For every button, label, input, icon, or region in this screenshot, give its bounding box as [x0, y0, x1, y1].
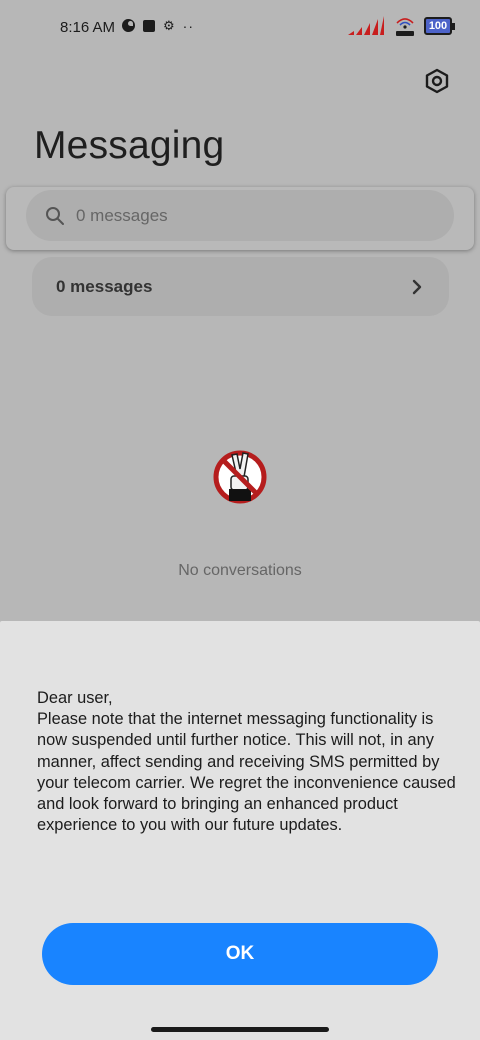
empty-state-text: No conversations [178, 562, 302, 579]
settings-hexagon-icon [425, 68, 449, 94]
status-bar: 8:16 AM ⚙ ·· 100 [0, 0, 480, 56]
page-title: Messaging [34, 124, 225, 167]
ok-button[interactable]: OK [42, 923, 438, 985]
wifi-icon [396, 18, 414, 36]
battery-level: 100 [428, 20, 448, 32]
status-time: 8:16 AM [60, 19, 116, 36]
search-icon [44, 205, 66, 227]
chevron-right-icon [409, 279, 425, 295]
battery-icon: 100 [424, 17, 455, 35]
search-card: 0 messages [6, 187, 474, 250]
search-placeholder: 0 messages [76, 205, 168, 225]
prohibited-hand-icon [213, 450, 267, 504]
messages-row-label: 0 messages [56, 276, 153, 296]
messages-row[interactable]: 0 messages [32, 257, 449, 316]
signal-icon [348, 16, 384, 35]
search-input[interactable]: 0 messages [26, 190, 454, 241]
home-indicator[interactable] [151, 1027, 329, 1032]
status-icons-right: 100 [346, 14, 455, 38]
square-icon [143, 19, 155, 32]
gear-icon: ⚙ [163, 18, 175, 33]
more-dots-icon: ·· [182, 17, 194, 34]
status-icons-left: ⚙ ·· [122, 17, 194, 34]
app-circle-icon [122, 19, 135, 32]
dialog-message: Dear user, Please note that the internet… [37, 689, 456, 835]
settings-button[interactable] [420, 64, 454, 98]
